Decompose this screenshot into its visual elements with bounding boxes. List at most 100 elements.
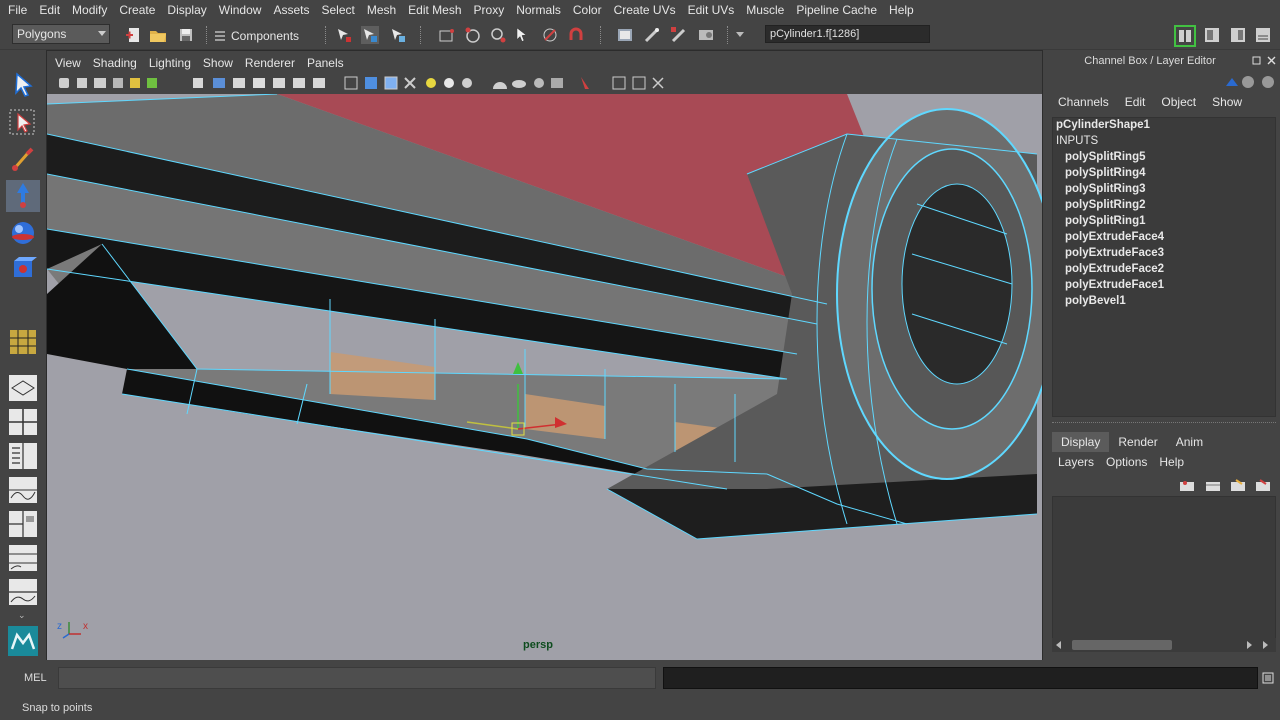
select-by-hierarchy-icon[interactable] bbox=[335, 26, 353, 44]
rotate-tool-icon[interactable] bbox=[6, 217, 40, 249]
open-scene-icon[interactable] bbox=[149, 26, 167, 44]
panel-menu-renderer[interactable]: Renderer bbox=[239, 56, 301, 70]
snap-to-curves-icon[interactable] bbox=[541, 26, 559, 44]
input-node-polysplitring3[interactable]: polySplitRing3 bbox=[1065, 183, 1146, 195]
show-hide-layer-editor-icon[interactable] bbox=[1254, 26, 1272, 44]
channel-menu-channels[interactable]: Channels bbox=[1050, 95, 1117, 109]
scroll-right-icon[interactable] bbox=[1263, 641, 1268, 649]
input-node-polysplitring5[interactable]: polySplitRing5 bbox=[1065, 151, 1146, 163]
layer-menu-options[interactable]: Options bbox=[1100, 455, 1153, 469]
selection-mask-icon[interactable] bbox=[212, 27, 230, 45]
chevron-down-icon[interactable] bbox=[736, 32, 744, 37]
command-input[interactable] bbox=[58, 667, 656, 689]
panel-divider[interactable] bbox=[1052, 422, 1276, 425]
save-scene-icon[interactable] bbox=[177, 26, 195, 44]
channel-box-list[interactable]: pCylinderShape1 INPUTS polySplitRing5 pol… bbox=[1052, 117, 1276, 417]
menu-normals[interactable]: Normals bbox=[510, 0, 567, 20]
scale-tool-icon[interactable] bbox=[6, 253, 40, 285]
menu-mesh[interactable]: Mesh bbox=[361, 0, 402, 20]
input-node-polysplitring2[interactable]: polySplitRing2 bbox=[1065, 199, 1146, 211]
menu-help[interactable]: Help bbox=[883, 0, 920, 20]
menu-display[interactable]: Display bbox=[161, 0, 212, 20]
command-language-label[interactable]: MEL bbox=[24, 672, 47, 684]
panel-toolbar-icons[interactable] bbox=[57, 75, 357, 91]
menu-modify[interactable]: Modify bbox=[66, 0, 113, 20]
hypershade-layout-icon[interactable] bbox=[6, 508, 40, 540]
edge-mask-icon[interactable] bbox=[464, 26, 482, 44]
channel-box-mode-icons[interactable] bbox=[1224, 74, 1278, 90]
face-mask-icon[interactable] bbox=[489, 26, 507, 44]
script-editor-icon[interactable] bbox=[1262, 672, 1274, 684]
inputs-header[interactable]: INPUTS bbox=[1056, 135, 1098, 147]
channel-menu-show[interactable]: Show bbox=[1204, 95, 1250, 109]
quick-select-field[interactable]: pCylinder1.f[1286] bbox=[765, 25, 930, 43]
uv-layout-tool-icon[interactable] bbox=[6, 326, 40, 358]
3d-viewport[interactable]: x z persp bbox=[47, 94, 1042, 660]
layer-menu-help[interactable]: Help bbox=[1153, 455, 1190, 469]
render-settings-icon[interactable] bbox=[616, 26, 634, 44]
menu-file[interactable]: File bbox=[2, 0, 33, 20]
menu-set-dropdown[interactable]: Polygons bbox=[12, 24, 110, 44]
menu-select[interactable]: Select bbox=[315, 0, 360, 20]
scroll-right-icon[interactable] bbox=[1247, 641, 1252, 649]
panel-menu-shading[interactable]: Shading bbox=[87, 56, 143, 70]
select-by-component-type-icon[interactable] bbox=[389, 26, 407, 44]
input-node-polyextrudeface3[interactable]: polyExtrudeFace3 bbox=[1065, 247, 1164, 259]
new-scene-icon[interactable] bbox=[125, 26, 143, 44]
shading-toolbar-icons[interactable] bbox=[343, 75, 673, 91]
menu-pipeline-cache[interactable]: Pipeline Cache bbox=[790, 0, 883, 20]
input-node-polyextrudeface2[interactable]: polyExtrudeFace2 bbox=[1065, 263, 1164, 275]
panel-float-close-icon[interactable] bbox=[1252, 56, 1278, 66]
menu-color[interactable]: Color bbox=[567, 0, 608, 20]
scroll-left-icon[interactable] bbox=[1056, 641, 1061, 649]
render-frame-icon[interactable] bbox=[643, 26, 661, 44]
panel-menu-view[interactable]: View bbox=[49, 56, 87, 70]
outliner-layout-icon[interactable] bbox=[6, 440, 40, 472]
panel-menu-lighting[interactable]: Lighting bbox=[143, 56, 197, 70]
input-node-polysplitring1[interactable]: polySplitRing1 bbox=[1065, 215, 1146, 227]
move-tool-icon[interactable] bbox=[6, 180, 40, 212]
selection-mode-label[interactable]: Components bbox=[231, 29, 299, 43]
input-node-polyextrudeface1[interactable]: polyExtrudeFace1 bbox=[1065, 279, 1164, 291]
horizontal-scrollbar[interactable] bbox=[1052, 638, 1276, 652]
layer-buttons[interactable] bbox=[1176, 477, 1276, 495]
layer-list-area[interactable] bbox=[1052, 496, 1276, 641]
tab-display[interactable]: Display bbox=[1052, 432, 1110, 452]
panel-menu-show[interactable]: Show bbox=[197, 56, 239, 70]
menu-muscle[interactable]: Muscle bbox=[740, 0, 790, 20]
single-pane-layout-icon[interactable] bbox=[6, 372, 40, 404]
menu-edit-uvs[interactable]: Edit UVs bbox=[682, 0, 741, 20]
input-node-polybevel1[interactable]: polyBevel1 bbox=[1065, 295, 1126, 307]
vertex-mask-icon[interactable] bbox=[438, 26, 456, 44]
show-hide-channel-box-icon[interactable] bbox=[1229, 26, 1247, 44]
magnet-icon[interactable] bbox=[567, 26, 585, 44]
persp-graph-layout-icon[interactable] bbox=[6, 576, 40, 608]
channel-menu-edit[interactable]: Edit bbox=[1117, 95, 1154, 109]
uv-mask-icon[interactable] bbox=[514, 26, 532, 44]
menu-edit[interactable]: Edit bbox=[33, 0, 66, 20]
object-shape-name[interactable]: pCylinderShape1 bbox=[1056, 119, 1150, 131]
chevron-down-icon[interactable]: ⌄ bbox=[18, 610, 26, 621]
menu-proxy[interactable]: Proxy bbox=[468, 0, 511, 20]
tab-render[interactable]: Render bbox=[1109, 432, 1166, 452]
mesh-wireframe[interactable] bbox=[47, 94, 1042, 660]
panel-menu-panels[interactable]: Panels bbox=[301, 56, 350, 70]
ipr-render-icon[interactable] bbox=[670, 26, 688, 44]
menu-window[interactable]: Window bbox=[213, 0, 268, 20]
paint-select-tool-icon[interactable] bbox=[6, 143, 40, 175]
input-mode-icon[interactable] bbox=[746, 29, 760, 41]
menu-edit-mesh[interactable]: Edit Mesh bbox=[402, 0, 467, 20]
scrollbar-thumb[interactable] bbox=[1072, 640, 1172, 650]
select-by-object-type-icon[interactable] bbox=[361, 26, 379, 44]
tab-anim[interactable]: Anim bbox=[1167, 432, 1212, 452]
script-editor-layout-icon[interactable] bbox=[6, 542, 40, 574]
show-hide-attribute-editor-icon[interactable] bbox=[1174, 25, 1196, 47]
input-node-polysplitring4[interactable]: polySplitRing4 bbox=[1065, 167, 1146, 179]
menu-create[interactable]: Create bbox=[113, 0, 161, 20]
menu-create-uvs[interactable]: Create UVs bbox=[608, 0, 682, 20]
select-tool-icon[interactable] bbox=[6, 70, 40, 102]
render-globals-icon[interactable] bbox=[697, 26, 715, 44]
selected-face[interactable] bbox=[330, 352, 435, 400]
menu-assets[interactable]: Assets bbox=[267, 0, 315, 20]
four-pane-layout-icon[interactable] bbox=[6, 406, 40, 438]
